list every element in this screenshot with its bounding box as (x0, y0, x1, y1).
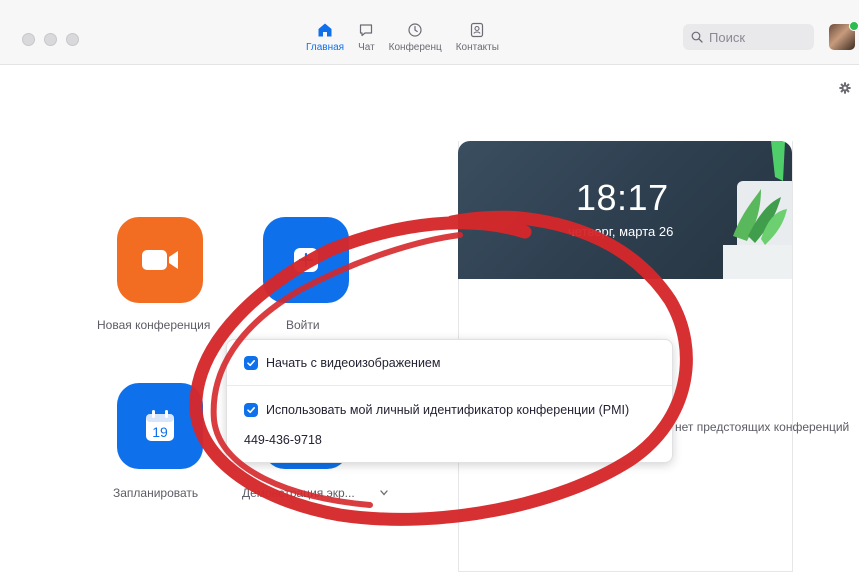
tab-meetings[interactable]: Конференц (389, 22, 442, 53)
schedule-label: Запланировать (113, 486, 199, 500)
new-meeting-options-popup: Начать с видеоизображением Использовать … (226, 339, 673, 463)
new-meeting-button[interactable] (117, 217, 203, 303)
search-input[interactable] (703, 28, 811, 46)
calendar-day: 19 (152, 424, 168, 440)
join-label: Войти (286, 318, 320, 332)
checkbox-checked-icon[interactable] (244, 356, 258, 370)
main-nav: Главная Чат Конференц Контакты (306, 22, 513, 53)
upcoming-meetings-text: нет предстоящих конференций (675, 420, 850, 434)
video-camera-icon (142, 250, 178, 270)
tab-meetings-label: Конференц (388, 42, 442, 53)
clock-icon (408, 23, 422, 37)
plus-icon (294, 248, 318, 272)
clock-time: 18:17 (576, 177, 669, 218)
start-with-video-option[interactable]: Начать с видеоизображением (244, 356, 440, 370)
chat-icon (360, 24, 373, 37)
tab-contacts-label: Контакты (455, 42, 499, 53)
gear-icon[interactable] (839, 82, 851, 94)
new-meeting-label: Новая конференция (97, 318, 211, 332)
avatar[interactable] (829, 21, 859, 50)
title-bar: Главная Чат Конференц Контакты (0, 0, 859, 65)
clock-date: четверг, марта 26 (568, 224, 674, 239)
use-pmi-option[interactable]: Использовать мой личный идентификатор ко… (244, 403, 629, 417)
clock-banner: 18:17 четверг, марта 26 (458, 141, 792, 279)
chevron-down-icon[interactable] (380, 490, 388, 496)
minimize-window-button[interactable] (44, 33, 57, 46)
plant-illustration (723, 141, 792, 279)
close-window-button[interactable] (22, 33, 35, 46)
join-button[interactable] (263, 217, 349, 303)
start-with-video-label: Начать с видеоизображением (266, 356, 441, 370)
pmi-number: 449-436-9718 (244, 433, 322, 447)
checkbox-checked-icon[interactable] (244, 403, 258, 417)
tab-contacts[interactable]: Контакты (456, 22, 499, 53)
zoom-window-button[interactable] (66, 33, 79, 46)
tab-chat[interactable]: Чат (358, 22, 375, 53)
home-icon (318, 23, 332, 37)
search-box[interactable] (683, 24, 814, 50)
tab-chat-label: Чат (358, 42, 375, 53)
use-pmi-label: Использовать мой личный идентификатор ко… (266, 403, 630, 417)
calendar-icon: 19 (146, 410, 174, 441)
schedule-button[interactable]: 19 (117, 383, 203, 469)
share-screen-label: Демонстрация экр... (242, 486, 355, 500)
search-icon (691, 31, 703, 43)
popup-divider (227, 385, 672, 386)
presence-status-icon (849, 21, 859, 31)
tab-home[interactable]: Главная (306, 22, 344, 53)
tab-home-label: Главная (306, 42, 345, 53)
contacts-icon (471, 22, 484, 38)
window-controls (22, 33, 79, 46)
